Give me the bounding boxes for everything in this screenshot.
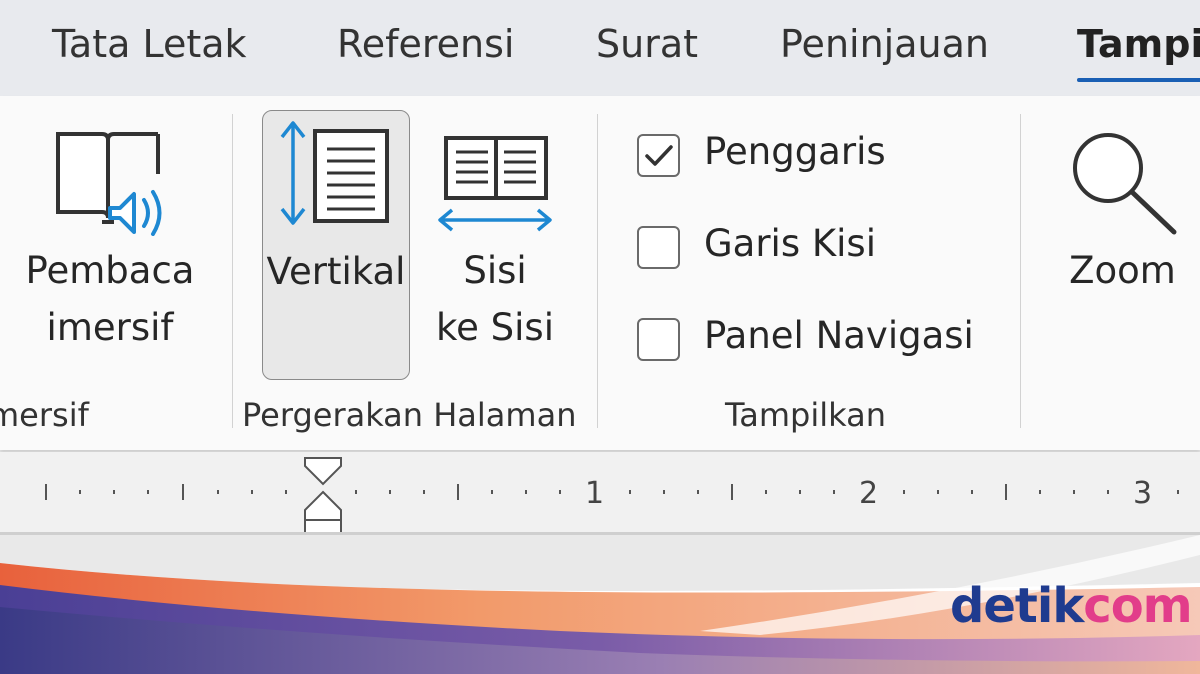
- vertical-label: Vertikal: [266, 250, 406, 293]
- tab-view[interactable]: Tampi: [1077, 22, 1200, 66]
- ruler-number-1: 1: [585, 476, 605, 511]
- side-to-side-icon: [438, 136, 552, 232]
- detikcom-logo: detikcom: [950, 578, 1193, 634]
- immersive-reader-label-line1: Pembaca: [25, 249, 195, 292]
- ruler-number-3: 3: [1133, 476, 1153, 511]
- ruler-label: Penggaris: [704, 130, 886, 173]
- immersive-reader-label-line2: imersif: [46, 306, 174, 349]
- nav-pane-label: Panel Navigasi: [704, 314, 974, 357]
- gridlines-checkbox[interactable]: [637, 226, 680, 269]
- vertical-page-icon: [280, 121, 389, 225]
- group-divider: [1020, 114, 1021, 428]
- immersive-reader-icon: [56, 132, 162, 236]
- tab-mailings[interactable]: Surat: [596, 22, 698, 66]
- active-tab-indicator: [1077, 78, 1200, 82]
- vertical-button[interactable]: Vertikal: [262, 110, 410, 380]
- immersive-reader-label: Pembaca imersif: [20, 242, 200, 356]
- immersive-group-label: mersif: [0, 396, 89, 434]
- logo-text-detik: detik: [950, 578, 1084, 634]
- tab-references[interactable]: Referensi: [337, 22, 514, 66]
- watermark-banner: detikcom: [0, 535, 1200, 674]
- nav-pane-checkbox[interactable]: [637, 318, 680, 361]
- zoom-label: Zoom: [1069, 249, 1176, 292]
- horizontal-ruler[interactable]: 1 2 3: [0, 452, 1200, 535]
- ribbon-panel: Pembaca imersif mersif Vertikal Sisi ke …: [0, 96, 1200, 450]
- logo-text-com: com: [1083, 578, 1192, 634]
- side-to-side-label: Sisi ke Sisi: [420, 242, 570, 356]
- tab-review[interactable]: Peninjauan: [780, 22, 989, 66]
- side-to-side-label-line2: ke Sisi: [436, 306, 554, 349]
- show-group-label: Tampilkan: [725, 396, 886, 434]
- tab-layout[interactable]: Tata Letak: [52, 22, 247, 66]
- ruler-number-2: 2: [859, 476, 879, 511]
- gridlines-label: Garis Kisi: [704, 222, 876, 265]
- indent-marker-icon[interactable]: [300, 456, 346, 536]
- page-movement-group-label: Pergerakan Halaman: [242, 396, 577, 434]
- ribbon-tab-bar: Tata Letak Referensi Surat Peninjauan Ta…: [0, 0, 1200, 96]
- magnifier-icon: [1073, 133, 1177, 235]
- group-divider: [232, 114, 233, 428]
- group-divider: [597, 114, 598, 428]
- ruler-checkbox[interactable]: [637, 134, 680, 177]
- side-to-side-label-line1: Sisi: [463, 249, 527, 292]
- checkmark-icon: [645, 145, 673, 166]
